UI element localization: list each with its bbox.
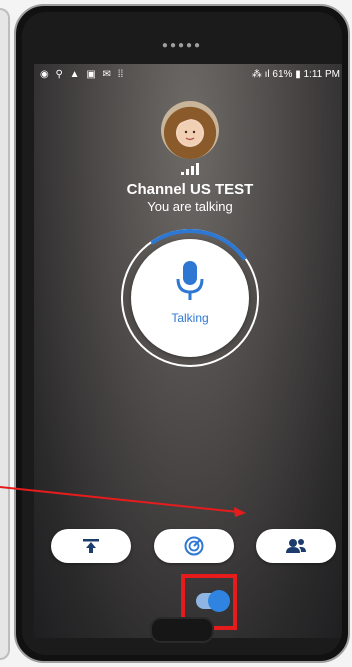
- clock: 1:11 PM: [303, 68, 341, 80]
- apps-icon: ⁞⁞: [117, 68, 124, 80]
- warning-icon: ▲: [69, 68, 80, 80]
- status-icons-right: ⁂ ıl 61% ▮ 1:11 PM: [252, 69, 340, 80]
- contacts-button[interactable]: [256, 529, 336, 563]
- notification-icons: ◉ ⚲ ▲ ▣ ✉ ⁞⁞: [40, 69, 127, 80]
- gallery-icon: ▣: [86, 68, 96, 80]
- phone-body: ●●●●● ◉ ⚲ ▲ ▣ ✉ ⁞⁞ ⁂ ıl 61% ▮ 1:11 PM Ch…: [22, 12, 342, 655]
- phone-frame: ●●●●● ◉ ⚲ ▲ ▣ ✉ ⁞⁞ ⁂ ıl 61% ▮ 1:11 PM Ch…: [14, 4, 350, 663]
- microphone-icon: [176, 261, 204, 300]
- speaker-grille: ●●●●●: [161, 40, 203, 51]
- talk-button-label: Talking: [171, 311, 209, 325]
- signal-strength-icon: ⁂ ıl: [251, 68, 270, 80]
- toggle-knob[interactable]: [208, 590, 230, 612]
- contacts-icon: [286, 539, 306, 553]
- channel-name: Channel US TEST: [126, 181, 254, 198]
- upload-button[interactable]: [51, 529, 131, 563]
- push-to-talk-button[interactable]: Talking: [131, 239, 249, 357]
- messenger-icon: ◉: [40, 68, 49, 80]
- radar-icon: [184, 536, 204, 556]
- avatar: [161, 101, 219, 159]
- talk-status-text: You are talking: [147, 199, 233, 214]
- adjacent-device-edge: [0, 8, 10, 660]
- signal-bars-icon: [181, 161, 199, 175]
- app-screen: ◉ ⚲ ▲ ▣ ✉ ⁞⁞ ⁂ ıl 61% ▮ 1:11 PM Channel …: [34, 64, 342, 638]
- battery-icon: ▮: [295, 68, 301, 80]
- mode-toggle[interactable]: [196, 590, 230, 612]
- status-bar: ◉ ⚲ ▲ ▣ ✉ ⁞⁞ ⁂ ıl 61% ▮ 1:11 PM: [34, 64, 342, 84]
- upload-icon: [83, 539, 99, 553]
- scan-button[interactable]: [154, 529, 234, 563]
- battery-text: 61%: [272, 68, 293, 80]
- home-button[interactable]: [150, 617, 214, 643]
- network-icon: ⚲: [55, 68, 63, 80]
- mail-icon: ✉: [102, 68, 111, 80]
